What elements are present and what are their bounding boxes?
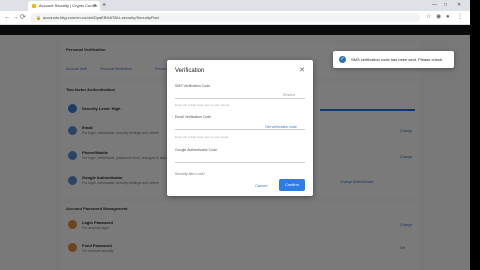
profile-icon[interactable]: ● (446, 13, 450, 22)
email-get-code-link[interactable]: Get verification code (265, 125, 297, 129)
close-window-button[interactable]: ✕ (457, 1, 461, 10)
tab-title: Account Security | Crypto Curren (39, 3, 98, 8)
reload-icon[interactable]: ⟳ (20, 13, 26, 22)
security-lost-link[interactable]: Security Item Lost? (175, 172, 205, 176)
browser-window: Account Security | Crypto Curren ✕ + — □… (0, 0, 470, 270)
dialog-close-icon[interactable]: ✕ (299, 66, 305, 74)
tab-close-icon[interactable]: ✕ (93, 1, 97, 11)
email-code-label: Email Verification Code (175, 115, 212, 119)
google-code-input[interactable] (175, 153, 305, 163)
back-arrow-icon[interactable]: ← (4, 13, 11, 22)
toast-notification: ✓ SMS verification code has been sent. P… (333, 51, 454, 68)
address-bar[interactable]: 🔒 accounts.bitg.com/en-us/dol/DpaEBHAT8lU… (30, 13, 420, 22)
new-tab-button[interactable]: + (102, 1, 106, 10)
tab-strip: Account Security | Crypto Curren ✕ + — □… (0, 0, 470, 11)
confirm-button[interactable]: Confirm (279, 179, 305, 191)
minimize-button[interactable]: — (432, 1, 437, 10)
extension-icon[interactable]: ◉ (436, 13, 441, 22)
forward-arrow-icon[interactable]: → (12, 13, 19, 22)
site-favicon-icon (32, 3, 36, 8)
lock-icon: 🔒 (36, 15, 41, 20)
google-code-label: Google Authenticator Code (175, 148, 218, 152)
toast-message: SMS verification code has been sent. Ple… (351, 57, 444, 62)
menu-kebab-icon[interactable]: ⋮ (457, 13, 463, 22)
email-code-hint: Enter the 6-digit code sent to your emai… (175, 135, 229, 139)
check-icon: ✓ (339, 56, 346, 63)
cancel-button[interactable]: Cancel (255, 183, 267, 188)
browser-tab[interactable]: Account Security | Crypto Curren ✕ (28, 1, 100, 11)
browser-toolbar: ← → ⟳ 🔒 accounts.bitg.com/en-us/dol/DpaEB… (0, 11, 470, 25)
dialog-title: Verification (175, 68, 205, 74)
sms-resend-link[interactable]: Resend (283, 93, 295, 97)
maximize-button[interactable]: □ (444, 1, 447, 10)
screen-frame: Account Security | Crypto Curren ✕ + — □… (0, 0, 480, 270)
star-icon[interactable]: ☆ (426, 13, 431, 22)
url-text: accounts.bitg.com/en-us/dol/DpaEBHAT8lU-… (42, 15, 159, 20)
verification-dialog: Verification ✕ SMS Verification Code Res… (167, 60, 313, 196)
sms-code-hint: Enter the 6-digit code sent to your phon… (175, 103, 230, 107)
sms-code-label: SMS Verification Code (175, 84, 211, 88)
